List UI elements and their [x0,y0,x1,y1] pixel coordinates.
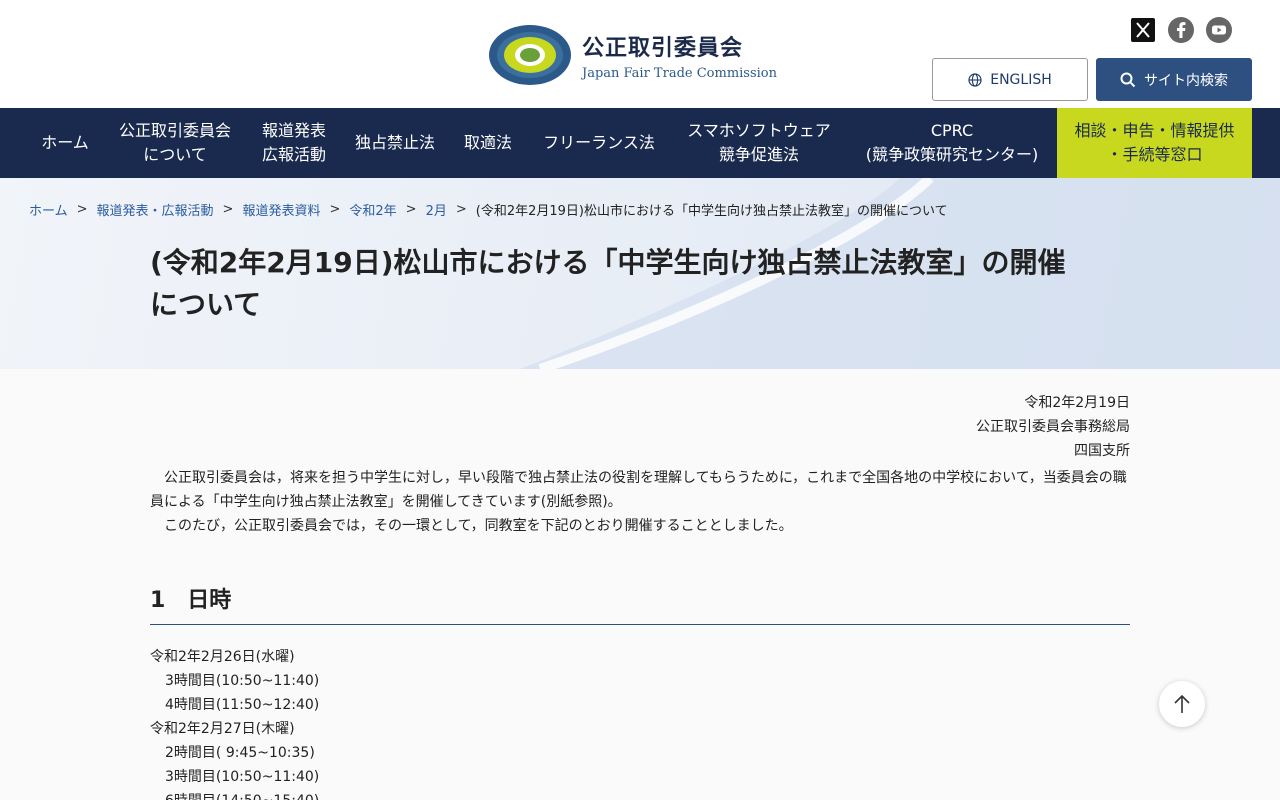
english-label: ENGLISH [990,71,1052,88]
document-meta: 令和2年2月19日 公正取引委員会事務総局 四国支所 [976,391,1130,463]
breadcrumb-separator: > [76,202,88,217]
breadcrumb-month[interactable]: 2月 [426,200,447,219]
issuer: 公正取引委員会事務総局 [976,419,1130,435]
page-title: (令和2年2月19日)松山市における「中学生向け独占禁止法教室」の開催 について [150,242,1130,326]
nav-label: CPRC [930,121,974,140]
breadcrumb-separator: > [455,202,467,217]
breadcrumb-press-materials[interactable]: 報道発表資料 [242,200,320,219]
arrow-up-icon [1174,694,1190,713]
back-to-top-button[interactable] [1159,681,1205,727]
breadcrumb-year[interactable]: 令和2年 [349,200,396,219]
nav-label: 公正取引委員会 [118,121,231,140]
schedule-line: 2時間目( 9:45~10:35) [165,745,315,761]
main-content: 令和2年2月19日 公正取引委員会事務総局 四国支所 公正取引委員会は，将来を担… [0,369,1280,800]
nav-label: 報道発表 [261,121,326,140]
logo-subtitle: Japan Fair Trade Commission [582,65,777,81]
breadcrumb-press[interactable]: 報道発表・広報活動 [97,200,214,219]
site-search-button[interactable]: サイト内検索 [1096,58,1252,101]
breadcrumb-current: (令和2年2月19日)松山市における「中学生向け独占禁止法教室」の開催について [475,204,948,219]
breadcrumb-separator: > [222,202,234,217]
nav-label-line2: ・手続等窓口 [1106,145,1203,164]
nav-item-about[interactable]: 公正取引委員会 について [108,108,242,178]
nav-item-press[interactable]: 報道発表 広報活動 [250,108,338,178]
global-nav: ホーム 公正取引委員会 について 報道発表広報活動 独占禁止法 取適法 フリーラン… [0,108,1280,178]
schedule-line: 3時間目(10:50~11:40) [165,769,320,785]
breadcrumb-separator: > [405,202,417,217]
search-label: サイト内検索 [1144,72,1228,89]
breadcrumb-separator: > [329,202,341,217]
nav-label: 独占禁止法 [354,133,435,152]
release-date: 令和2年2月19日 [1024,395,1130,411]
nav-item-smartphone[interactable]: スマホソフトウェア 競争促進法 [674,108,844,178]
logo-title: 公正取引委員会 [582,35,744,61]
search-icon [1120,72,1136,87]
paragraph: このたび，公正取引委員会では，その一環として，同教室を下記のとおり開催することと… [164,518,793,534]
jftc-emblem [489,25,571,85]
nav-item-torite[interactable]: 取適法 [452,108,524,178]
x-icon[interactable] [1130,17,1156,43]
nav-label-line2: (競争政策研究センター) [865,145,1039,164]
nav-item-antimonopoly[interactable]: 独占禁止法 [346,108,444,178]
section-heading: 1 日時 [150,582,1130,625]
section-heading-text: 1 日時 [150,588,232,613]
nav-label-line2: 広報活動 [261,145,326,164]
breadcrumb-home[interactable]: ホーム [29,200,68,219]
social-links [1130,17,1232,43]
nav-label: スマホソフトウェア [687,121,831,140]
site-header: 公正取引委員会 Japan Fair Trade Commission ENGL… [0,0,1280,108]
nav-item-freelance[interactable]: フリーランス法 [532,108,666,178]
schedule-line: 3時間目(10:50~11:40) [165,673,320,689]
site-logo[interactable]: 公正取引委員会 Japan Fair Trade Commission [488,24,777,86]
paragraph: 公正取引委員会は，将来を担う中学生に対し，早い段階で独占禁止法の役割を理解しても… [150,470,1127,510]
breadcrumb: ホーム > 報道発表・広報活動 > 報道発表資料 > 令和2年 > 2月 > (令和2年2… [29,200,948,219]
nav-item-home[interactable]: ホーム [28,108,102,178]
english-button[interactable]: ENGLISH [932,58,1088,101]
schedule-line: 6時間目(14:50~15:40) [150,789,319,800]
page-title-line2: について [150,288,262,321]
schedule-line: 4時間目(11:50~12:40) [165,697,320,713]
nav-label-line2: について [143,145,207,164]
nav-item-consultation[interactable]: 相談・申告・情報提供 ・手続等窓口 [1057,108,1252,178]
schedule-line: 令和2年2月27日(木曜) [150,721,295,737]
nav-label: 相談・申告・情報提供 [1074,121,1235,140]
issuer-office: 四国支所 [1074,443,1130,459]
nav-label: フリーランス法 [543,133,655,152]
nav-item-cprc[interactable]: CPRC (競争政策研究センター) [852,108,1052,178]
facebook-icon[interactable] [1168,17,1194,43]
schedule-line: 令和2年2月26日(水曜) [150,649,295,665]
youtube-icon[interactable] [1206,17,1232,43]
page-title-line1: (令和2年2月19日)松山市における「中学生向け独占禁止法教室」の開催 [150,246,1066,279]
schedule-list: 令和2年2月26日(水曜) 3時間目(10:50~11:40) 4時間目(11:… [150,645,319,800]
nav-label-line2: 競争促進法 [718,145,799,164]
globe-icon [968,72,982,87]
page-header-band: ホーム > 報道発表・広報活動 > 報道発表資料 > 令和2年 > 2月 > (令和2年2… [0,178,1280,369]
intro-text: 公正取引委員会は，将来を担う中学生に対し，早い段階で独占禁止法の役割を理解しても… [150,466,1130,538]
nav-label: ホーム [41,133,89,152]
nav-label: 取適法 [463,133,512,152]
